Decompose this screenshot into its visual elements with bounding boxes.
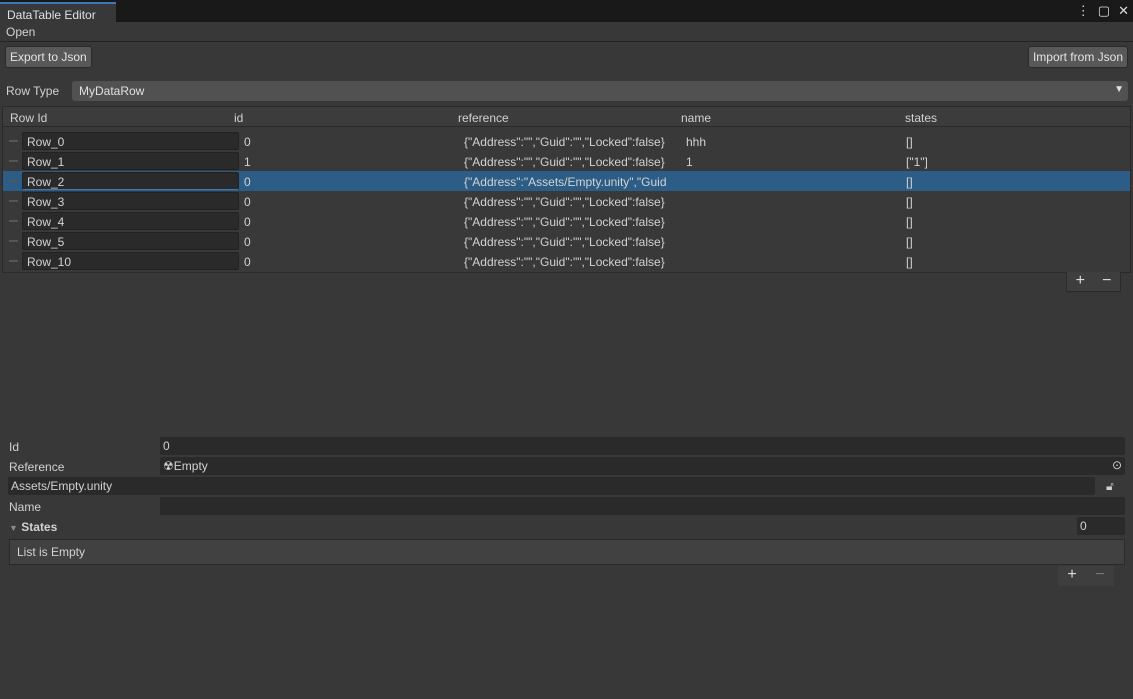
id-field[interactable]: 0 [160,437,1125,455]
table-row[interactable]: Row_3 0 {"Address":"","Guid":"","Locked"… [3,191,1130,211]
table-add-remove: + − [1066,272,1121,292]
cell-states: [] [906,195,913,209]
table-row[interactable]: Row_5 0 {"Address":"","Guid":"","Locked"… [3,231,1130,251]
row-id-field[interactable]: Row_2 [22,172,239,190]
foldout-arrow-icon: ▼ [9,523,18,533]
column-header-id[interactable]: id [234,111,243,125]
table-row[interactable]: Row_2 0 {"Address":"Assets/Empty.unity",… [3,171,1130,191]
row-id-field[interactable]: Row_0 [22,132,239,150]
cell-states: [] [906,255,913,269]
add-row-button[interactable]: + [1076,272,1085,291]
cell-reference: {"Address":"","Guid":"","Locked":false} [464,255,665,269]
column-header-row-id[interactable]: Row Id [10,111,47,125]
table-row[interactable]: Row_4 0 {"Address":"","Guid":"","Locked"… [3,211,1130,231]
cell-states: ["1"] [906,155,928,169]
object-picker-icon[interactable]: ⊙ [1112,458,1122,472]
maximize-icon[interactable]: ▢ [1098,3,1110,19]
cell-id: 0 [244,175,251,189]
column-header-name[interactable]: name [681,111,711,125]
window-tab[interactable]: DataTable Editor [0,2,116,22]
add-state-button[interactable]: + [1067,566,1076,586]
cell-states: [] [906,135,913,149]
cell-id: 1 [244,155,251,169]
menu-open[interactable]: Open [6,25,35,39]
row-id-field[interactable]: Row_10 [22,252,239,270]
menu-bar: Open [0,22,1133,42]
row-type-value: MyDataRow [79,84,144,98]
remove-row-button[interactable]: − [1102,272,1111,291]
reference-label: Reference [9,460,64,474]
drag-handle-icon[interactable] [9,220,18,222]
cell-reference: {"Address":"","Guid":"","Locked":false} [464,135,665,149]
states-label: States [21,520,57,534]
drag-handle-icon[interactable] [9,140,18,142]
cell-reference: {"Address":"","Guid":"","Locked":false} [464,155,665,169]
row-type-dropdown[interactable]: MyDataRow ▼ [72,81,1128,101]
name-field[interactable] [160,497,1125,515]
name-label: Name [9,500,41,514]
table-header: Row Id id reference name states [3,107,1130,127]
row-id-field[interactable]: Row_5 [22,232,239,250]
table-row[interactable]: Row_1 1 {"Address":"","Guid":"","Locked"… [3,151,1130,171]
address-field[interactable]: Assets/Empty.unity [8,477,1095,495]
states-add-remove: + − [1058,566,1114,586]
states-list: List is Empty [9,539,1125,565]
cell-states: [] [906,215,913,229]
cell-id: 0 [244,255,251,269]
reference-field[interactable]: ☢Empty ⊙ [160,457,1125,475]
cell-reference: {"Address":"","Guid":"","Locked":false} [464,195,665,209]
cell-id: 0 [244,135,251,149]
table-row[interactable]: Row_10 0 {"Address":"","Guid":"","Locked… [3,251,1130,271]
column-header-states[interactable]: states [905,111,937,125]
cell-reference: {"Address":"Assets/Empty.unity","Guid [464,175,667,189]
cell-states: [] [906,175,913,189]
states-count-field[interactable]: 0 [1077,517,1125,535]
close-icon[interactable]: ✕ [1118,3,1129,19]
cell-name: 1 [686,155,693,169]
cell-id: 0 [244,235,251,249]
dropdown-arrow-icon: ▼ [1114,84,1124,95]
id-label: Id [9,440,19,454]
remove-state-button[interactable]: − [1095,566,1104,586]
row-id-field[interactable]: Row_3 [22,192,239,210]
title-bar: DataTable Editor ⋮ ▢ ✕ [0,0,1133,22]
reference-value: Empty [174,459,208,473]
cell-name: hhh [686,135,706,149]
cell-id: 0 [244,195,251,209]
export-json-button[interactable]: Export to Json [5,46,92,68]
drag-handle-icon[interactable] [9,180,18,182]
data-table: Row Id id reference name states Row_0 0 … [2,106,1131,273]
row-id-field[interactable]: Row_4 [22,212,239,230]
column-header-reference[interactable]: reference [458,111,509,125]
empty-list-text: List is Empty [17,545,85,559]
more-options-icon[interactable]: ⋮ [1077,3,1090,19]
cell-id: 0 [244,215,251,229]
lock-icon[interactable]: 🔓︎ [1106,479,1114,494]
cell-states: [] [906,235,913,249]
row-id-field[interactable]: Row_1 [22,152,239,170]
table-row[interactable]: Row_0 0 {"Address":"","Guid":"","Locked"… [3,131,1130,151]
states-foldout[interactable]: ▼ States [9,520,57,534]
drag-handle-icon[interactable] [9,200,18,202]
scene-icon: ☢ [163,459,174,473]
drag-handle-icon[interactable] [9,240,18,242]
drag-handle-icon[interactable] [9,160,18,162]
drag-handle-icon[interactable] [9,260,18,262]
cell-reference: {"Address":"","Guid":"","Locked":false} [464,215,665,229]
row-type-label: Row Type [6,84,59,98]
import-json-button[interactable]: Import from Json [1028,46,1128,68]
cell-reference: {"Address":"","Guid":"","Locked":false} [464,235,665,249]
